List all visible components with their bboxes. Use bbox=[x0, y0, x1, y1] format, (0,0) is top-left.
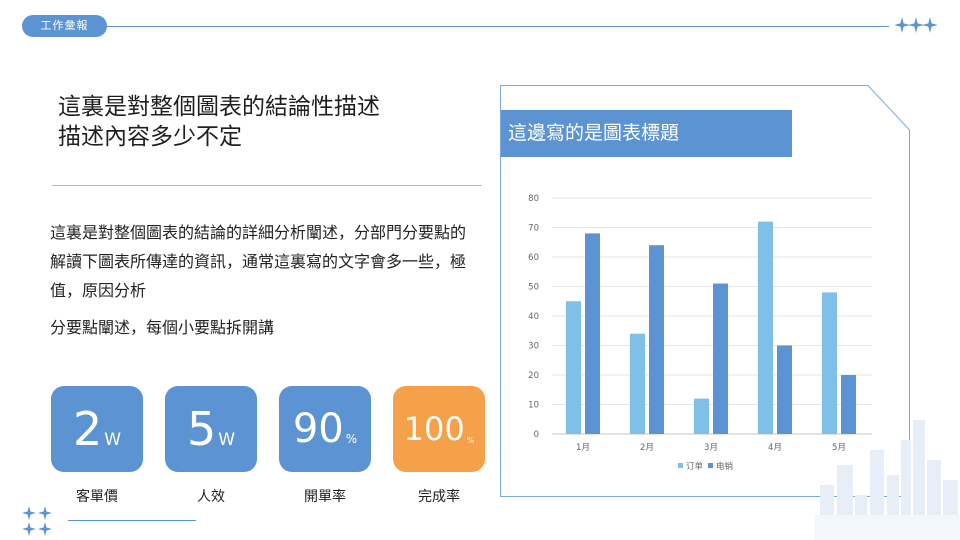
legend-label: 电销 bbox=[716, 461, 734, 472]
y-tick-label: 80 bbox=[528, 194, 539, 204]
city-skyline-decoration bbox=[815, 420, 960, 540]
analysis-text: 這裏是對整個圖表的結論的詳細分析闡述，分部門分要點的解讀下圖表所傳達的資訊，通常… bbox=[50, 218, 480, 342]
stat-card-4: 100 % bbox=[393, 386, 485, 472]
chart-title: 這邊寫的是圖表標題 bbox=[508, 122, 680, 144]
stat-unit: W bbox=[218, 430, 236, 450]
section-tag: 工作彙報 bbox=[22, 15, 107, 37]
stat-value: 2 bbox=[72, 402, 103, 456]
headline-divider bbox=[52, 185, 482, 186]
stat-label-4: 完成率 bbox=[418, 489, 460, 505]
stat-value: 100 bbox=[403, 410, 465, 448]
sparkle-icon bbox=[22, 506, 52, 536]
stat-label-3: 開單率 bbox=[304, 489, 346, 505]
bar-order bbox=[822, 292, 837, 434]
x-tick-label: 1月 bbox=[576, 443, 590, 453]
headline-line-2: 描述內容多少不定 bbox=[58, 124, 242, 150]
legend-swatch bbox=[678, 463, 683, 468]
bar-sales bbox=[649, 245, 664, 434]
bar-order bbox=[694, 398, 709, 434]
bar-order bbox=[566, 301, 581, 434]
stat-card-1: 2 W bbox=[51, 386, 143, 472]
bar-order bbox=[758, 221, 773, 434]
footer-divider bbox=[68, 520, 196, 521]
bar-order bbox=[630, 333, 645, 434]
headline: 這裏是對整個圖表的結論性描述 描述內容多少不定 bbox=[58, 92, 478, 152]
stat-card-2: 5 W bbox=[165, 386, 257, 472]
y-tick-label: 60 bbox=[528, 253, 539, 263]
stat-value: 90 bbox=[292, 406, 344, 452]
stat-unit: W bbox=[104, 430, 122, 450]
analysis-paragraph-2: 分要點闡述，每個小要點拆開講 bbox=[50, 318, 275, 337]
legend-label: 订单 bbox=[686, 461, 704, 472]
legend-swatch bbox=[708, 463, 713, 468]
bar-sales bbox=[585, 233, 600, 434]
headline-line-1: 這裏是對整個圖表的結論性描述 bbox=[58, 94, 380, 120]
y-tick-label: 10 bbox=[528, 401, 539, 411]
y-tick-label: 20 bbox=[528, 371, 539, 381]
stat-label-2: 人效 bbox=[197, 489, 225, 505]
x-tick-label: 2月 bbox=[640, 443, 654, 453]
stat-value: 5 bbox=[186, 402, 217, 456]
y-tick-label: 30 bbox=[528, 342, 539, 352]
x-tick-label: 4月 bbox=[768, 443, 782, 453]
y-tick-label: 50 bbox=[528, 283, 539, 293]
x-tick-label: 3月 bbox=[704, 443, 718, 453]
y-tick-label: 70 bbox=[528, 224, 539, 234]
analysis-paragraph-1: 這裏是對整個圖表的結論的詳細分析闡述，分部門分要點的解讀下圖表所傳達的資訊，通常… bbox=[50, 223, 467, 300]
stat-unit: % bbox=[466, 436, 475, 445]
bar-sales bbox=[713, 283, 728, 434]
y-tick-label: 40 bbox=[528, 312, 539, 322]
stat-label-1: 客單價 bbox=[76, 489, 118, 505]
header-divider bbox=[107, 26, 889, 27]
bar-sales bbox=[777, 345, 792, 434]
y-tick-label: 0 bbox=[534, 430, 539, 440]
stat-unit: % bbox=[345, 432, 358, 446]
sparkle-icon bbox=[895, 17, 937, 33]
stat-card-3: 90 % bbox=[279, 386, 371, 472]
